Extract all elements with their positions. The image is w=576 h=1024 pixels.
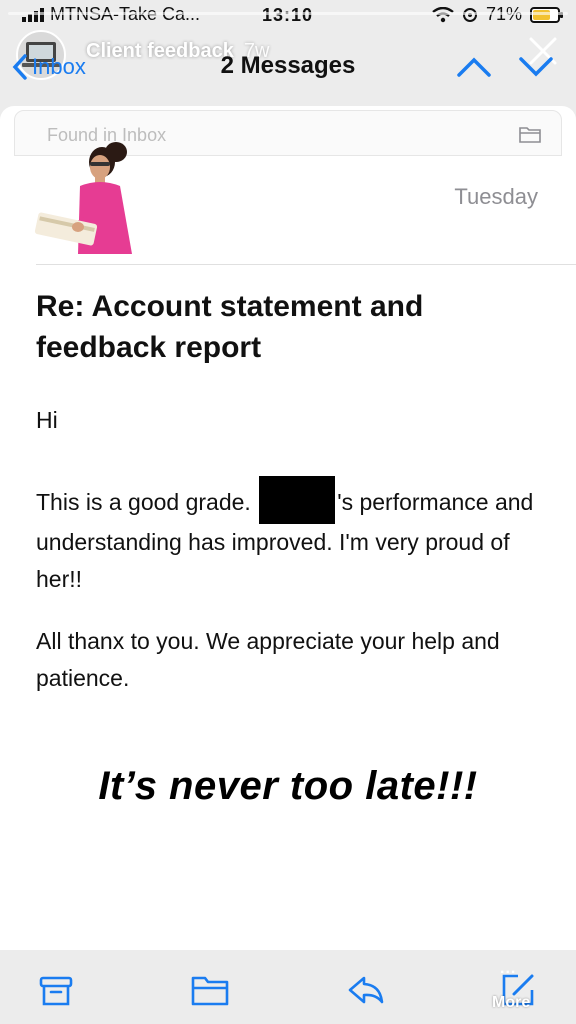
message-subject: Re: Account statement and feedback repor…	[36, 290, 424, 364]
bottom-toolbar	[0, 950, 576, 1024]
nav-bar: Inbox 2 Messages	[0, 34, 576, 98]
message-date: Tuesday	[454, 184, 538, 209]
archive-icon[interactable]	[36, 970, 76, 1010]
folder-icon[interactable]	[190, 970, 230, 1010]
body-paragraph-1: This is a good grade. 's performance and…	[36, 476, 536, 598]
sender-avatar[interactable]	[28, 134, 146, 260]
redaction-box	[259, 476, 336, 524]
status-bar: MTNSA-Take Ca... 13:10 71%	[0, 0, 576, 32]
body-paragraph-2: All thanx to you. We appreciate your hel…	[36, 628, 500, 691]
story-progress-bar	[8, 12, 568, 15]
body-paragraph-1-start: This is a good grade.	[36, 489, 251, 515]
status-time: 13:10	[262, 5, 314, 25]
story-caption: It’s never too late!!!	[98, 764, 478, 808]
more-dots-icon[interactable]: ...	[500, 960, 516, 978]
reply-icon[interactable]	[346, 970, 386, 1010]
chevron-down-icon[interactable]	[518, 56, 554, 78]
chevron-up-icon[interactable]	[456, 56, 492, 78]
greeting: Hi	[36, 407, 58, 433]
more-button[interactable]: More	[492, 994, 530, 1012]
divider	[36, 264, 576, 265]
folder-icon	[519, 127, 541, 143]
